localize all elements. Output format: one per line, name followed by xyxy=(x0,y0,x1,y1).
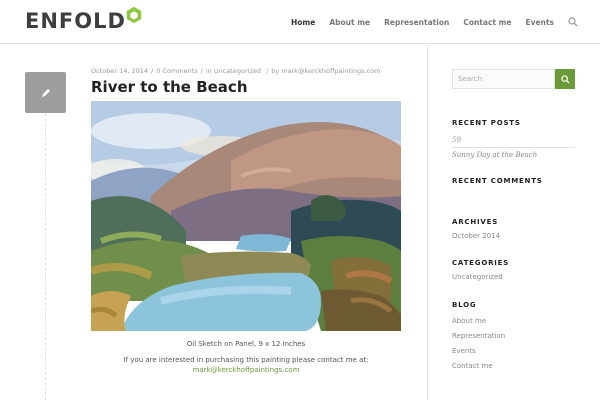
contact-text: If you are interested in purchasing this… xyxy=(123,356,369,364)
post-meta: October 14, 2014/0 Comments / in Uncategor… xyxy=(91,67,381,75)
post-category[interactable]: in Uncategorized xyxy=(206,67,261,75)
pencil-icon xyxy=(41,88,50,97)
category-link-uncategorized[interactable]: Uncategorized xyxy=(452,273,503,281)
recent-comments-heading: RECENT COMMENTS xyxy=(452,177,543,185)
timeline-dotted-line xyxy=(45,113,46,400)
recent-posts-divider xyxy=(452,147,575,148)
site-header: ENFOLD Home About me Representation Cont… xyxy=(0,0,600,44)
archives-heading: ARCHIVES xyxy=(452,218,499,226)
blog-heading: BLOG xyxy=(452,301,477,309)
categories-heading: CATEGORIES xyxy=(452,259,510,267)
search-icon[interactable] xyxy=(568,17,578,27)
nav-about-me[interactable]: About me xyxy=(329,18,370,27)
site-logo[interactable]: ENFOLD xyxy=(25,6,143,36)
sidebar-divider xyxy=(427,45,428,400)
sidebar-search-button[interactable] xyxy=(555,69,575,89)
search-icon xyxy=(560,74,570,84)
blog-link-about-me[interactable]: About me xyxy=(452,317,486,325)
post-date[interactable]: October 14, 2014 xyxy=(91,67,148,75)
logo-hexagon-icon xyxy=(126,6,142,24)
blog-link-contact-me[interactable]: Contact me xyxy=(452,362,493,370)
nav-contact-me[interactable]: Contact me xyxy=(463,18,511,27)
post-comments-link[interactable]: 0 Comments xyxy=(156,67,197,75)
nav-events[interactable]: Events xyxy=(526,18,555,27)
nav-representation[interactable]: Representation xyxy=(384,18,449,27)
recent-post-number: 59 xyxy=(452,136,461,144)
nav-home[interactable]: Home xyxy=(291,18,315,27)
painting-image[interactable] xyxy=(91,101,401,331)
painting-caption: Oil Sketch on Panel, 9 x 12 inches xyxy=(186,340,306,348)
post-title[interactable]: River to the Beach xyxy=(91,78,248,96)
logo-text: ENFOLD xyxy=(25,9,126,33)
blog-link-events[interactable]: Events xyxy=(452,347,476,355)
painting-artwork xyxy=(91,101,401,331)
blog-link-representation[interactable]: Representation xyxy=(452,332,505,340)
post-format-badge[interactable] xyxy=(25,72,66,113)
main-nav: Home About me Representation Contact me … xyxy=(277,0,578,44)
contact-email-link[interactable]: mark@kerckhoffpaintings.com xyxy=(91,366,401,374)
recent-posts-heading: RECENT POSTS xyxy=(452,119,521,127)
recent-post-link[interactable]: Sunny Day at the Beach xyxy=(452,151,537,159)
archive-link-october-2014[interactable]: October 2014 xyxy=(452,232,500,240)
post-author[interactable]: by mark@kerckhoffpaintings.com xyxy=(271,67,380,75)
sidebar-search-input[interactable]: Search xyxy=(452,69,555,89)
